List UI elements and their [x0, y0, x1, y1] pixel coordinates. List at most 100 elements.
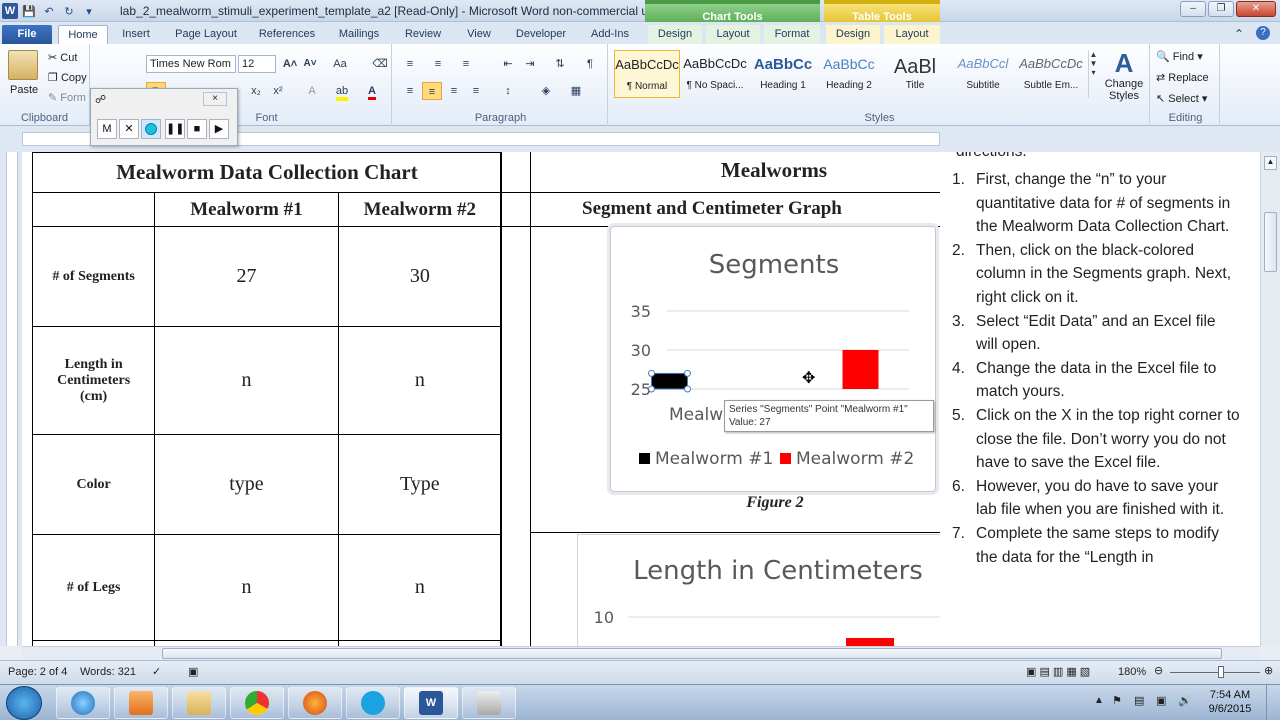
- recorder-stop-icon[interactable]: ■: [187, 119, 207, 139]
- paste-button[interactable]: Paste: [10, 84, 38, 96]
- zoom-out-icon[interactable]: ⊖: [1154, 664, 1163, 677]
- paste-icon[interactable]: [8, 50, 38, 80]
- justify-icon[interactable]: ≡: [466, 82, 486, 100]
- tray-network-icon[interactable]: ▤: [1134, 694, 1144, 707]
- macro-record-icon[interactable]: ▣: [188, 665, 198, 678]
- style-heading-2[interactable]: AaBbCc Heading 2: [816, 50, 882, 98]
- tab-chart-format[interactable]: Format: [764, 25, 820, 44]
- segments-chart[interactable]: Segments 25 30 35 Mealw Mealworm #1 Mealworm #…: [610, 226, 936, 492]
- decrease-indent-icon[interactable]: ⇤: [498, 55, 518, 73]
- select-button[interactable]: ↖ Select ▾: [1156, 92, 1207, 105]
- show-desktop-button[interactable]: [1266, 685, 1280, 720]
- proofing-icon[interactable]: ✓: [152, 665, 161, 678]
- cell-color-1[interactable]: type: [154, 434, 339, 535]
- borders-icon[interactable]: ▦: [566, 82, 586, 100]
- font-name-box[interactable]: Times New Rom: [146, 55, 236, 73]
- tab-table-layout[interactable]: Layout: [884, 25, 940, 44]
- taskbar-media-icon[interactable]: [114, 687, 168, 719]
- style-heading-1[interactable]: AaBbCc Heading 1: [750, 50, 816, 98]
- vertical-ruler[interactable]: [6, 152, 18, 646]
- clock[interactable]: 7:54 AM 9/6/2015: [1200, 688, 1260, 716]
- style-subtle-emphasis[interactable]: AaBbCcDc Subtle Em...: [1018, 50, 1084, 98]
- recorder-record-icon[interactable]: [141, 119, 161, 139]
- style-title[interactable]: AaBl Title: [882, 50, 948, 98]
- style-no-spacing[interactable]: AaBbCcDc ¶ No Spaci...: [682, 50, 748, 98]
- cell-segments-2[interactable]: 30: [337, 226, 503, 327]
- start-button-icon[interactable]: [6, 686, 42, 720]
- tab-file[interactable]: File: [2, 25, 52, 44]
- cell-length-1[interactable]: n: [154, 326, 339, 435]
- align-center-icon[interactable]: ≡: [422, 82, 442, 100]
- tab-view[interactable]: View: [460, 25, 498, 44]
- tab-add-ins[interactable]: Add-Ins: [584, 25, 636, 44]
- tab-chart-layout[interactable]: Layout: [706, 25, 760, 44]
- zoom-level[interactable]: 180%: [1118, 666, 1146, 678]
- format-painter-button[interactable]: ✎ Form: [48, 91, 86, 104]
- minimize-ribbon-icon[interactable]: ⌃: [1234, 27, 1244, 41]
- scrollbar-thumb[interactable]: [1264, 212, 1277, 272]
- word-logo-icon[interactable]: W: [2, 3, 18, 19]
- copy-button[interactable]: ❐ Copy: [48, 71, 87, 84]
- help-icon[interactable]: ?: [1256, 26, 1270, 40]
- line-spacing-icon[interactable]: ↕: [498, 82, 518, 100]
- zoom-slider[interactable]: [1170, 672, 1260, 673]
- align-right-icon[interactable]: ≡: [444, 82, 464, 100]
- numbering-icon[interactable]: ≡: [428, 55, 448, 73]
- horizontal-scrollbar-thumb[interactable]: [162, 648, 1222, 659]
- cut-button[interactable]: ✂ Cut: [48, 51, 77, 64]
- restore-button[interactable]: ❐: [1208, 1, 1234, 17]
- tab-review[interactable]: Review: [398, 25, 448, 44]
- cell-legs-1[interactable]: n: [154, 534, 339, 641]
- tab-chart-design[interactable]: Design: [648, 25, 702, 44]
- bullets-icon[interactable]: ≡: [400, 55, 420, 73]
- close-button[interactable]: ✕: [1236, 1, 1276, 17]
- style-subtitle[interactable]: AaBbCcl Subtitle: [950, 50, 1016, 98]
- taskbar-firefox-icon[interactable]: [288, 687, 342, 719]
- show-formatting-icon[interactable]: ¶: [580, 55, 600, 73]
- recorder-cancel-button[interactable]: ✕: [119, 119, 139, 139]
- recorder-play-icon[interactable]: ▶: [209, 119, 229, 139]
- find-button[interactable]: 🔍 Find ▾: [1156, 50, 1203, 63]
- zoom-slider-thumb[interactable]: [1218, 666, 1224, 678]
- length-chart[interactable]: Length in Centimeters 10: [577, 534, 958, 646]
- tab-developer[interactable]: Developer: [510, 25, 572, 44]
- tray-arrow-icon[interactable]: ▲: [1094, 695, 1104, 706]
- align-left-icon[interactable]: ≡: [400, 82, 420, 100]
- word-count[interactable]: Words: 321: [80, 666, 136, 678]
- redo-icon[interactable]: ↻: [60, 2, 78, 20]
- tab-insert[interactable]: Insert: [114, 25, 158, 44]
- scroll-up-button[interactable]: ▲: [1264, 156, 1277, 170]
- sort-icon[interactable]: ⇅: [550, 55, 570, 73]
- cell-color-2[interactable]: Type: [337, 434, 503, 535]
- multilevel-list-icon[interactable]: ≡: [456, 55, 476, 73]
- taskbar-folder-icon[interactable]: [172, 687, 226, 719]
- replace-button[interactable]: ⇄ Replace: [1156, 71, 1209, 84]
- highlight-icon[interactable]: ab: [332, 82, 352, 101]
- tab-references[interactable]: References: [254, 25, 320, 44]
- tray-device-icon[interactable]: ▣: [1156, 694, 1166, 707]
- view-buttons[interactable]: ▣ ▤ ▥ ▦ ▧: [1026, 665, 1090, 678]
- tray-volume-icon[interactable]: 🔊: [1178, 694, 1192, 707]
- taskbar-word-icon[interactable]: W: [404, 687, 458, 719]
- shading-icon[interactable]: ◈: [536, 82, 556, 100]
- macro-recorder-toolbar[interactable]: ☍ × M ✕ ❚❚ ■ ▶: [90, 88, 238, 146]
- cell-segments-1[interactable]: 27: [154, 226, 339, 327]
- change-case-button[interactable]: Aa: [330, 55, 350, 73]
- text-effects-button[interactable]: A: [302, 82, 322, 100]
- style-normal[interactable]: AaBbCcDc ¶ Normal: [614, 50, 680, 98]
- taskbar-tool-icon[interactable]: [462, 687, 516, 719]
- tab-table-design[interactable]: Design: [826, 25, 880, 44]
- styles-scroll-icon[interactable]: ▲ ▼ ▾: [1088, 50, 1098, 98]
- superscript-button[interactable]: x²: [268, 82, 288, 100]
- horizontal-scrollbar[interactable]: [22, 646, 1260, 660]
- recorder-grip-icon[interactable]: ☍: [95, 93, 106, 106]
- undo-icon[interactable]: ↶: [40, 2, 58, 20]
- recorder-pause-icon[interactable]: ❚❚: [165, 119, 185, 139]
- minimize-button[interactable]: –: [1180, 1, 1206, 17]
- taskbar-chrome-icon[interactable]: [230, 687, 284, 719]
- cell-legs-2[interactable]: n: [337, 534, 503, 641]
- tab-page-layout[interactable]: Page Layout: [170, 25, 242, 44]
- change-styles-button[interactable]: A Change Styles: [1104, 48, 1144, 102]
- grow-font-button[interactable]: A˄: [280, 55, 300, 73]
- document-page[interactable]: Mealworm Data Collection Chart Mealworm …: [22, 152, 1260, 646]
